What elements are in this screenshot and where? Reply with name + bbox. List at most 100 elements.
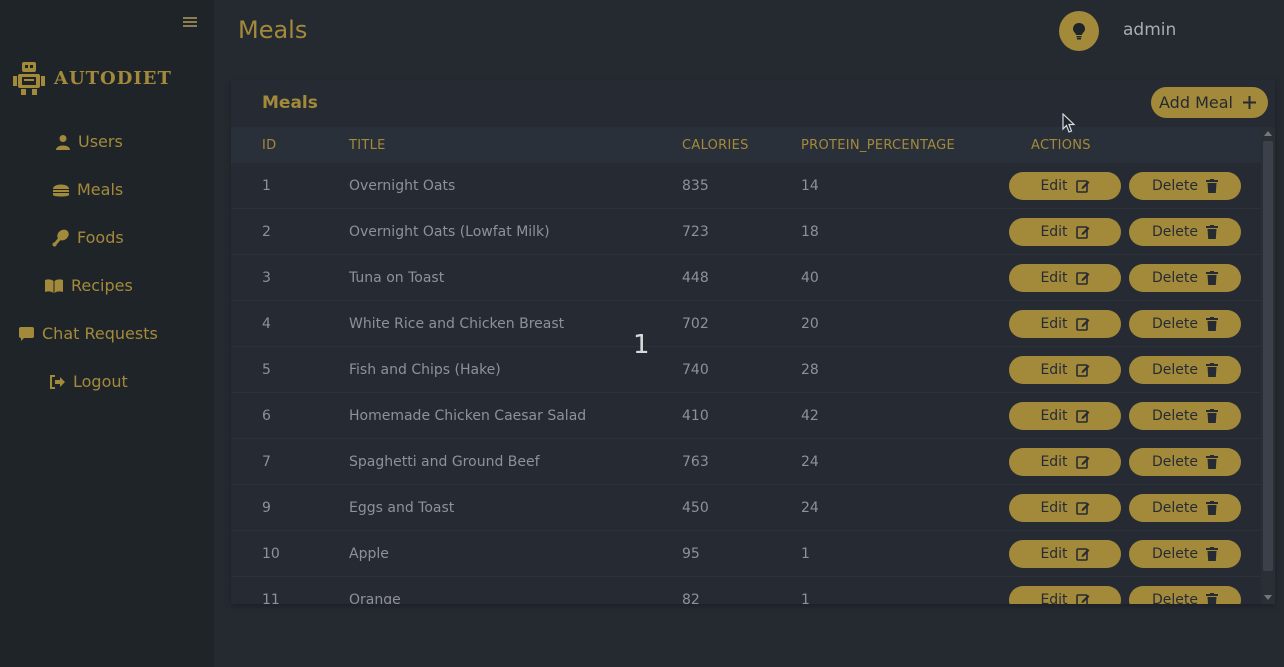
table-row: 5 Fish and Chips (Hake) 740 28 Edit Delete <box>231 347 1261 393</box>
table-scrollbar[interactable] <box>1261 127 1275 604</box>
trash-icon <box>1206 454 1218 469</box>
delete-button[interactable]: Delete <box>1129 309 1241 338</box>
trash-icon <box>1206 362 1218 377</box>
sidebar-item-label: Chat Requests <box>42 324 158 343</box>
cell-id: 10 <box>262 545 280 562</box>
column-header-actions: ACTIONS <box>1031 137 1091 153</box>
delete-label: Delete <box>1152 591 1198 605</box>
delete-button[interactable]: Delete <box>1129 539 1241 568</box>
delete-label: Delete <box>1152 223 1198 240</box>
cell-actions: Edit Delete <box>1009 531 1261 577</box>
sidebar-item-logout[interactable]: Logout <box>49 372 128 391</box>
delete-button[interactable]: Delete <box>1129 217 1241 246</box>
cell-title: Eggs and Toast <box>349 499 455 516</box>
edit-button[interactable]: Edit <box>1009 171 1121 200</box>
brand-logo[interactable]: AUTODIET <box>12 60 172 96</box>
edit-button[interactable]: Edit <box>1009 309 1121 338</box>
user-name[interactable]: admin <box>1123 20 1176 40</box>
edit-button[interactable]: Edit <box>1009 401 1121 430</box>
menu-toggle-icon[interactable] <box>183 15 197 29</box>
cell-protein: 40 <box>801 269 819 286</box>
cell-protein: 14 <box>801 177 819 194</box>
sidebar-item-label: Logout <box>73 372 128 391</box>
delete-label: Delete <box>1152 407 1198 424</box>
edit-button[interactable]: Edit <box>1009 355 1121 384</box>
cell-title: Orange <box>349 591 401 605</box>
cell-protein: 28 <box>801 361 819 378</box>
drumstick-icon <box>52 229 69 246</box>
edit-icon <box>1075 225 1090 239</box>
cell-actions: Edit Delete <box>1009 209 1261 255</box>
delete-button[interactable]: Delete <box>1129 493 1241 522</box>
edit-icon <box>1075 501 1090 515</box>
cell-title: Homemade Chicken Caesar Salad <box>349 407 587 424</box>
trash-icon <box>1206 500 1218 515</box>
column-header-id[interactable]: ID <box>231 127 349 163</box>
mouse-cursor-icon <box>1062 113 1076 133</box>
cell-id: 2 <box>262 223 271 240</box>
column-header-calories[interactable]: CALORIES <box>682 127 801 163</box>
lightbulb-button[interactable] <box>1059 11 1099 51</box>
edit-label: Edit <box>1040 407 1068 424</box>
cell-id: 1 <box>262 177 271 194</box>
scroll-thumb[interactable] <box>1263 141 1273 571</box>
scroll-up-arrow[interactable] <box>1264 131 1272 136</box>
edit-icon <box>1075 593 1090 604</box>
add-meal-label: Add Meal <box>1159 93 1233 112</box>
delete-button[interactable]: Delete <box>1129 355 1241 384</box>
edit-button[interactable]: Edit <box>1009 263 1121 292</box>
delete-button[interactable]: Delete <box>1129 171 1241 200</box>
edit-icon <box>1075 271 1090 285</box>
cell-id: 11 <box>262 591 280 605</box>
sidebar-item-meals[interactable]: Meals <box>52 180 123 199</box>
edit-icon <box>1075 179 1090 193</box>
table-row: 7 Spaghetti and Ground Beef 763 24 Edit Delet… <box>231 439 1261 485</box>
trash-icon <box>1206 316 1218 331</box>
trash-icon <box>1206 592 1218 604</box>
cell-actions: Edit Delete <box>1009 163 1261 209</box>
cell-id: 5 <box>262 361 271 378</box>
cell-id: 7 <box>262 453 271 470</box>
trash-icon <box>1206 270 1218 285</box>
cell-protein: 1 <box>801 591 810 605</box>
cell-actions: Edit Delete <box>1009 255 1261 301</box>
delete-label: Delete <box>1152 453 1198 470</box>
cell-protein: 42 <box>801 407 819 424</box>
cell-protein: 20 <box>801 315 819 332</box>
edit-label: Edit <box>1040 177 1068 194</box>
sidebar-item-recipes[interactable]: Recipes <box>44 276 133 295</box>
scroll-down-arrow[interactable] <box>1264 595 1272 600</box>
burger-icon <box>53 184 69 196</box>
edit-button[interactable]: Edit <box>1009 217 1121 246</box>
cell-calories: 702 <box>682 315 709 332</box>
cell-id: 3 <box>262 269 271 286</box>
cell-calories: 723 <box>682 223 709 240</box>
cell-protein: 1 <box>801 545 810 562</box>
edit-button[interactable]: Edit <box>1009 493 1121 522</box>
delete-button[interactable]: Delete <box>1129 447 1241 476</box>
cell-actions: Edit Delete <box>1009 485 1261 531</box>
card-title: Meals <box>262 93 318 113</box>
user-icon <box>56 134 70 150</box>
column-header-protein[interactable]: PROTEIN_PERCENTAGE <box>801 127 1009 163</box>
add-meal-button[interactable]: Add Meal <box>1151 87 1268 118</box>
delete-button[interactable]: Delete <box>1129 585 1241 605</box>
edit-icon <box>1075 547 1090 561</box>
trash-icon <box>1206 546 1218 561</box>
edit-icon <box>1075 363 1090 377</box>
sidebar-item-foods[interactable]: Foods <box>52 228 124 247</box>
meals-table: ID TITLE CALORIES PROTEIN_PERCENTAGE ACT… <box>231 127 1261 604</box>
trash-icon <box>1206 224 1218 239</box>
cell-actions: Edit Delete <box>1009 347 1261 393</box>
edit-button[interactable]: Edit <box>1009 447 1121 476</box>
delete-button[interactable]: Delete <box>1129 263 1241 292</box>
edit-button[interactable]: Edit <box>1009 539 1121 568</box>
cell-calories: 82 <box>682 591 700 605</box>
sidebar-item-users[interactable]: Users <box>55 132 123 151</box>
page-title: Meals <box>238 16 308 44</box>
edit-button[interactable]: Edit <box>1009 585 1121 604</box>
column-header-title[interactable]: TITLE <box>349 127 682 163</box>
sidebar-item-label: Recipes <box>71 276 133 295</box>
sidebar-item-chat-requests[interactable]: Chat Requests <box>18 324 158 343</box>
delete-button[interactable]: Delete <box>1129 401 1241 430</box>
